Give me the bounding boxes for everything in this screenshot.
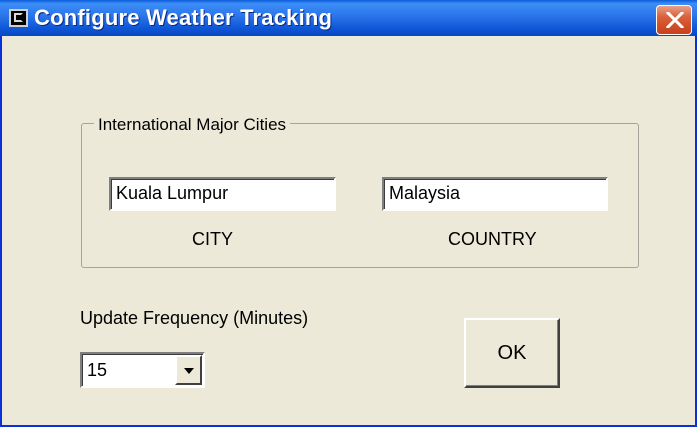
update-frequency-label: Update Frequency (Minutes)	[80, 308, 309, 328]
close-icon	[666, 12, 684, 28]
app-icon[interactable]	[9, 9, 28, 27]
update-frequency-select[interactable]: 15	[80, 352, 205, 388]
dropdown-button[interactable]	[175, 355, 202, 385]
country-label: COUNTRY	[448, 229, 537, 249]
chevron-down-icon	[184, 368, 194, 374]
update-frequency-value: 15	[87, 360, 108, 380]
title-bar[interactable]: Configure Weather Tracking	[0, 0, 697, 36]
country-input[interactable]: Malaysia	[382, 177, 608, 211]
groupbox-label: International Major Cities	[94, 115, 291, 135]
close-button[interactable]	[656, 5, 692, 35]
window-title: Configure Weather Tracking	[34, 5, 333, 30]
dialog-window: Configure Weather Tracking International…	[0, 0, 697, 427]
city-input[interactable]: Kuala Lumpur	[109, 177, 336, 211]
city-label: CITY	[192, 229, 234, 249]
ok-button[interactable]: OK	[464, 318, 560, 388]
